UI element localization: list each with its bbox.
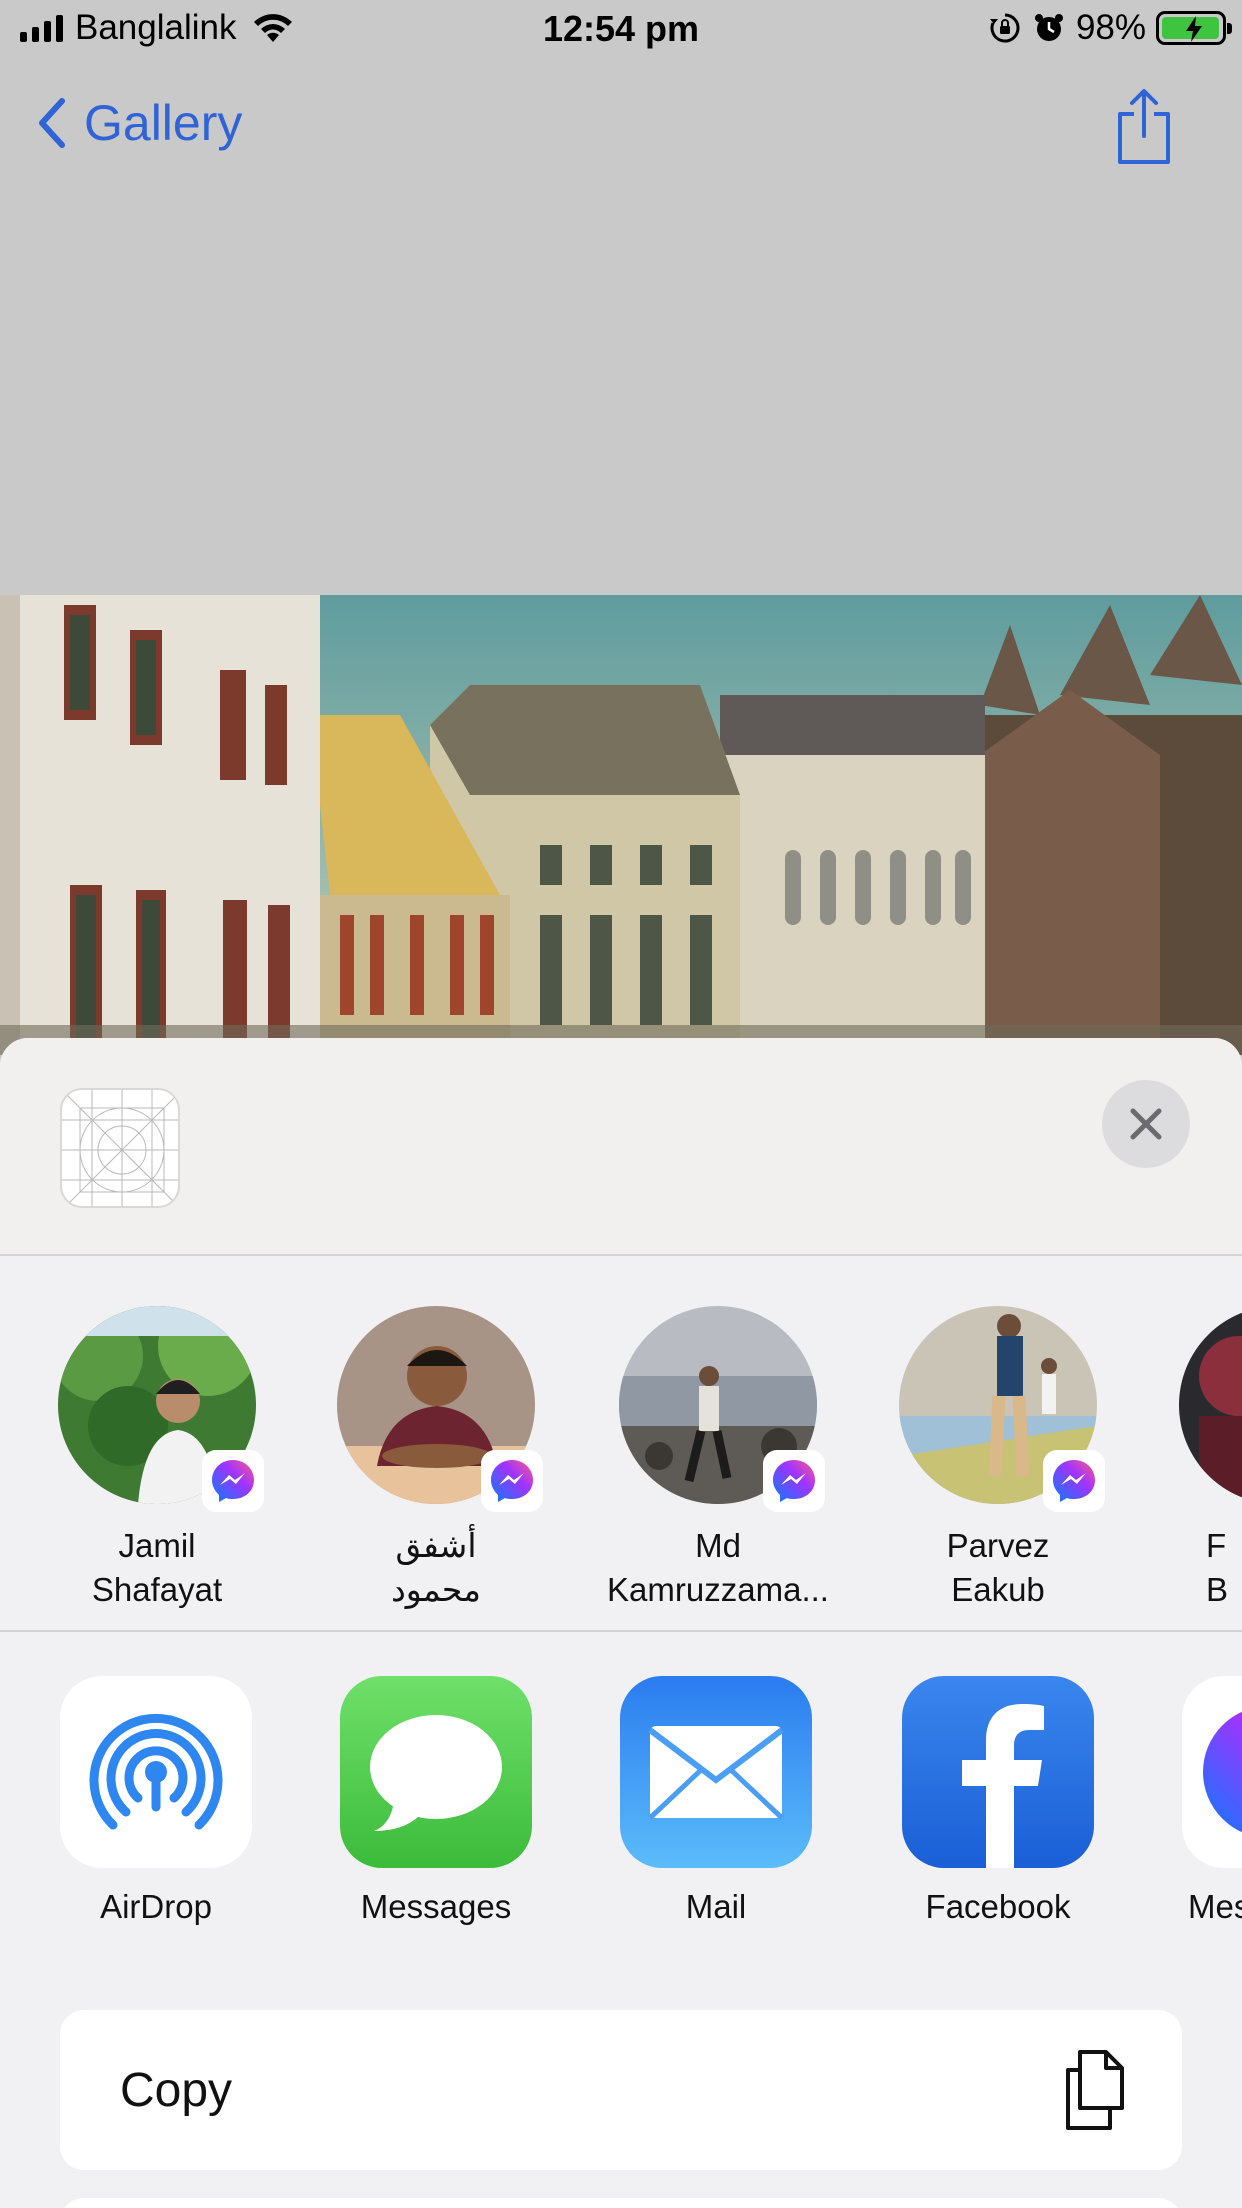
app-label: Messages xyxy=(360,1888,512,1925)
copy-icon xyxy=(1066,2050,1124,2130)
contact-item[interactable]: Jamil Shafayat xyxy=(27,1306,287,1612)
contacts-row: Jamil Shafayat أشفق محمود Md Kamruzzama.… xyxy=(0,1256,1242,1632)
next-action-row[interactable] xyxy=(60,2198,1182,2208)
app-label: AirDrop xyxy=(100,1888,212,1925)
back-button[interactable]: Gallery xyxy=(36,94,242,152)
app-messages[interactable]: Messages xyxy=(326,1676,546,1926)
close-icon xyxy=(1130,1108,1162,1140)
contact-name: أشفق محمود xyxy=(391,1527,481,1608)
mail-icon xyxy=(620,1676,812,1868)
contact-name: Parvez Eakub xyxy=(946,1527,1050,1608)
messenger-icon xyxy=(1043,1450,1105,1512)
app-label: Facebook xyxy=(925,1888,1071,1925)
shared-photo xyxy=(0,595,1242,1055)
airdrop-icon xyxy=(60,1676,252,1868)
back-label: Gallery xyxy=(84,95,243,151)
contact-item[interactable]: أشفق محمود xyxy=(306,1306,566,1612)
avatar xyxy=(337,1306,543,1512)
share-sheet: Jamil Shafayat أشفق محمود Md Kamruzzama.… xyxy=(0,1038,1242,2208)
messenger-app-icon xyxy=(1182,1676,1242,1868)
contact-item[interactable]: Md Kamruzzama... xyxy=(588,1306,848,1612)
share-icon xyxy=(1118,89,1170,164)
facebook-icon xyxy=(902,1676,1094,1868)
close-button[interactable] xyxy=(1102,1080,1190,1168)
status-right: 98% xyxy=(988,8,1232,48)
avatar xyxy=(619,1306,825,1512)
copy-action[interactable]: Copy xyxy=(60,2010,1182,2170)
contact-name: FB xyxy=(1206,1527,1229,1608)
app-messenger[interactable]: Mes xyxy=(1166,1676,1242,1926)
apps-row: AirDrop Messages Mail Facebook Me xyxy=(0,1632,1242,1932)
contact-item[interactable]: Parvez Eakub xyxy=(868,1306,1128,1612)
app-label: Mail xyxy=(685,1888,747,1925)
contact-name: Md Kamruzzama... xyxy=(607,1527,829,1608)
app-facebook[interactable]: Facebook xyxy=(888,1676,1108,1926)
avatar xyxy=(899,1306,1105,1512)
contact-item[interactable]: FB xyxy=(1148,1306,1242,1612)
chevron-left-icon xyxy=(39,98,65,148)
contact-name: Jamil Shafayat xyxy=(91,1527,223,1608)
avatar xyxy=(1179,1306,1242,1504)
copy-label: Copy xyxy=(120,2063,233,2117)
file-thumbnail xyxy=(60,1088,180,1208)
messenger-icon xyxy=(763,1450,825,1512)
nav-bar: Gallery xyxy=(0,80,1242,172)
alarm-icon xyxy=(1034,14,1063,41)
avatar xyxy=(58,1306,264,1512)
battery-percent: 98% xyxy=(1075,8,1146,47)
messenger-icon xyxy=(481,1450,543,1512)
share-button[interactable] xyxy=(1114,88,1174,171)
app-mail[interactable]: Mail xyxy=(606,1676,826,1926)
share-sheet-header xyxy=(0,1038,1242,1256)
battery-icon xyxy=(1156,11,1232,45)
app-airdrop[interactable]: AirDrop xyxy=(46,1676,266,1926)
messenger-icon xyxy=(202,1450,264,1512)
messages-icon xyxy=(340,1676,532,1868)
orientation-lock-icon xyxy=(989,13,1020,43)
status-bar: Banglalink 12:54 pm 98% xyxy=(0,0,1242,62)
app-label: Mes xyxy=(1188,1888,1242,1925)
